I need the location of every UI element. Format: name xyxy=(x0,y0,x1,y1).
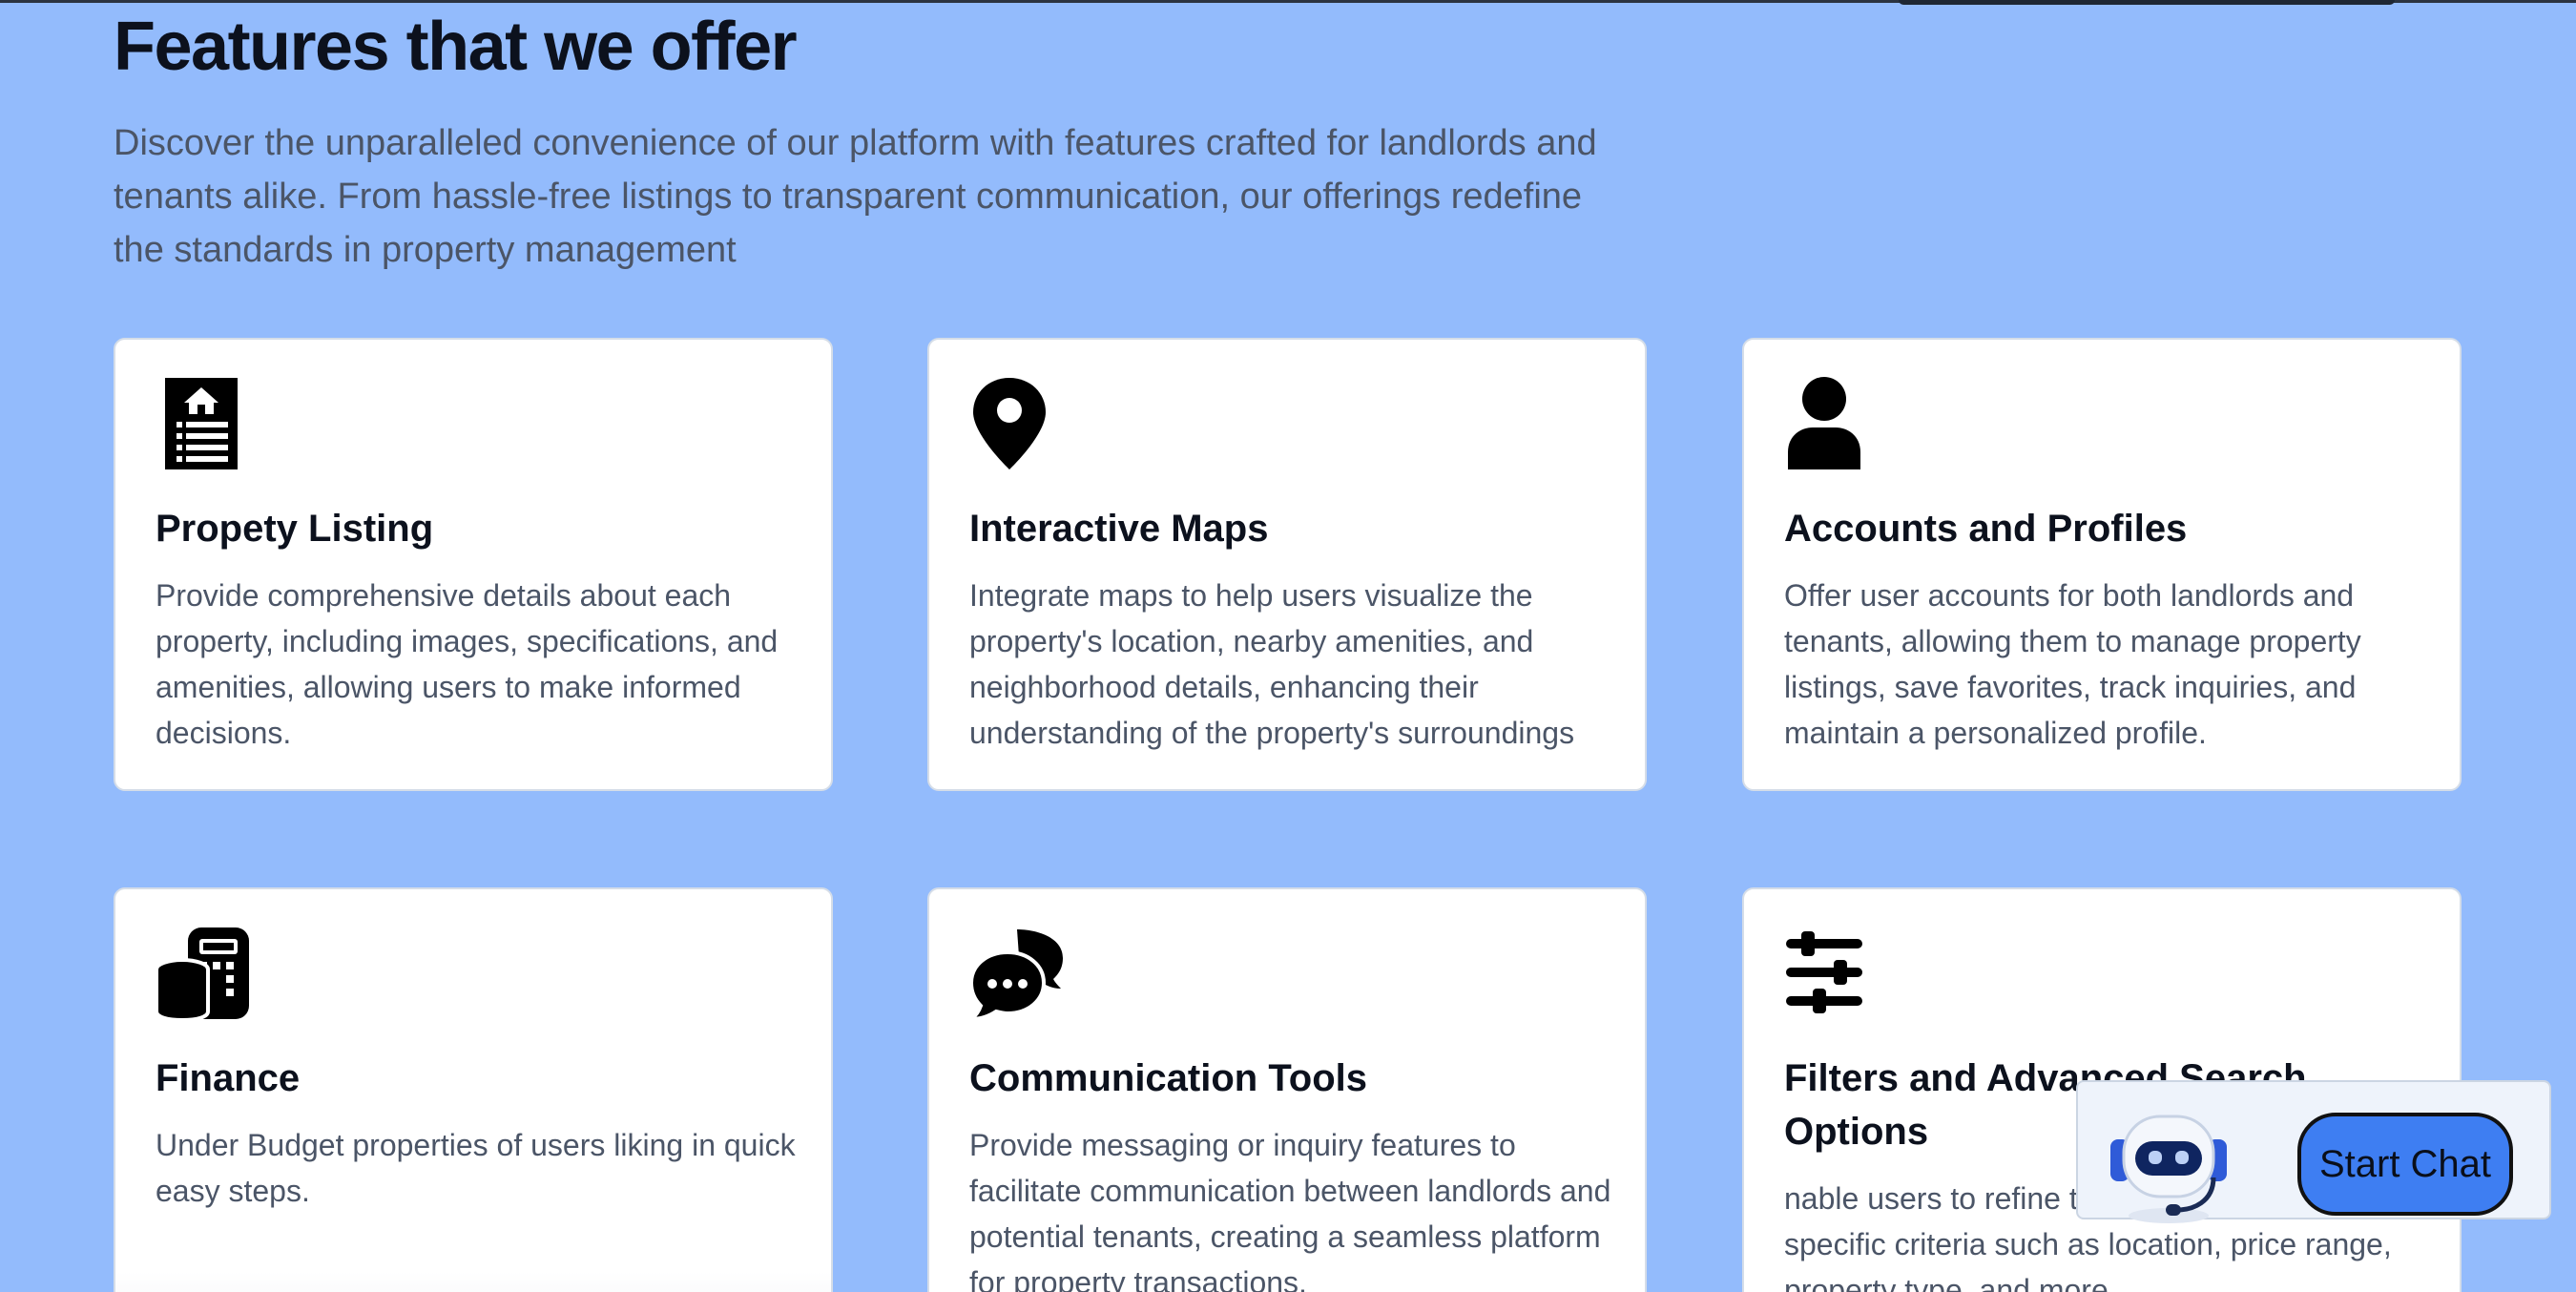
chat-widget: Start Chat xyxy=(2076,1080,2551,1223)
section-intro: Discover the unparalleled convenience of… xyxy=(114,123,1597,270)
feature-card-communication-tools: Communication Tools Provide messaging or… xyxy=(927,887,1647,1292)
feature-card-accounts-profiles: Accounts and Profiles Offer user account… xyxy=(1742,338,2462,791)
feature-title: Finance xyxy=(156,1057,301,1099)
feature-description: Integrate maps to help users visualize t… xyxy=(969,578,1575,750)
chat-bubbles-icon xyxy=(969,926,1065,1021)
feature-title: Communication Tools xyxy=(969,1057,1368,1099)
map-pin-icon xyxy=(969,376,1065,471)
feature-title: Propety Listing xyxy=(156,508,434,550)
feature-description: Provide messaging or inquiry features to… xyxy=(969,1128,1611,1292)
top-tab-edge xyxy=(1899,0,2395,5)
feature-description: Under Budget properties of users liking … xyxy=(156,1128,796,1208)
section-title: Features that we offer xyxy=(114,9,798,85)
user-icon xyxy=(1784,376,1880,471)
property-listing-icon xyxy=(156,376,251,471)
feature-card-finance: Finance Under Budget properties of users… xyxy=(114,887,833,1292)
feature-card-property-listing: Propety Listing Provide comprehensive de… xyxy=(114,338,833,791)
chatbot-icon xyxy=(2097,1103,2240,1225)
sliders-icon xyxy=(1784,926,1880,1021)
finance-icon xyxy=(156,926,251,1021)
feature-title: Interactive Maps xyxy=(969,508,1269,550)
feature-description: Provide comprehensive details about each… xyxy=(156,578,779,750)
start-chat-button[interactable]: Start Chat xyxy=(2297,1113,2513,1216)
feature-description: Offer user accounts for both landlords a… xyxy=(1784,578,2361,750)
feature-card-interactive-maps: Interactive Maps Integrate maps to help … xyxy=(927,338,1647,791)
feature-title: Accounts and Profiles xyxy=(1784,508,2188,550)
